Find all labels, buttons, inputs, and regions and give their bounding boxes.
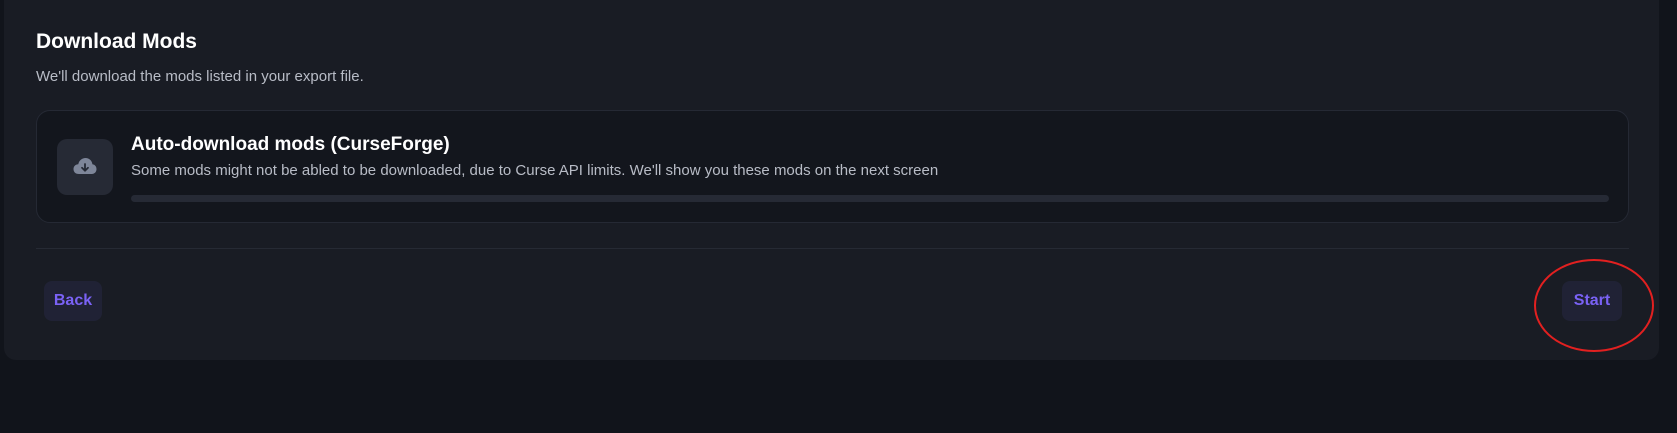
download-mods-panel: Download Mods We'll download the mods li… (4, 0, 1659, 360)
download-progress-bar (131, 195, 1609, 202)
section-subtitle: We'll download the mods listed in your e… (36, 68, 364, 85)
section-title: Download Mods (36, 30, 197, 53)
cloud-download-icon (57, 139, 113, 195)
card-title: Auto-download mods (CurseForge) (131, 134, 450, 155)
auto-download-card: Auto-download mods (CurseForge) Some mod… (36, 110, 1629, 223)
footer-divider (36, 248, 1629, 249)
start-button[interactable]: Start (1562, 281, 1622, 321)
back-button[interactable]: Back (44, 281, 102, 321)
card-description: Some mods might not be abled to be downl… (131, 162, 939, 179)
